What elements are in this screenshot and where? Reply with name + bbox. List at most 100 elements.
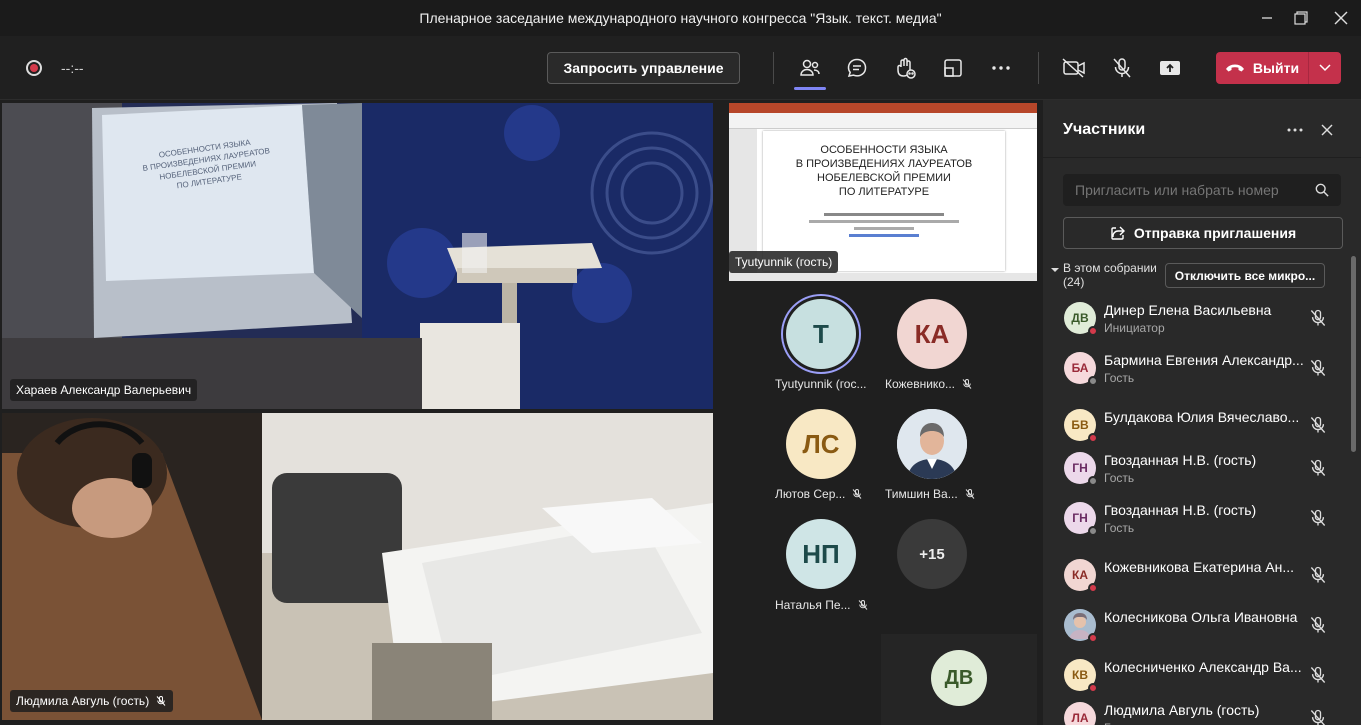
mic-muted-icon[interactable] (1308, 615, 1328, 635)
grid-label-kozhevnikova: Кожевнико... (885, 377, 973, 391)
mic-muted-icon[interactable] (1308, 308, 1328, 328)
participant-row[interactable]: ДВ Динер Елена Васильевна Инициатор (1043, 296, 1347, 346)
status-offline-icon (1088, 376, 1098, 386)
participant-avatar: КА (1064, 559, 1098, 593)
participant-initials: БА (1071, 361, 1089, 375)
maximize-icon[interactable] (1281, 0, 1321, 36)
invite-search-input[interactable] (1075, 182, 1315, 198)
participant-avatar: КВ (1064, 659, 1098, 693)
mic-muted-icon[interactable] (1308, 665, 1328, 685)
participant-role: Гость (1104, 721, 1134, 725)
camera-off-icon[interactable] (1058, 52, 1090, 84)
status-busy-icon (1088, 683, 1098, 693)
participant-avatar: ДВ (1064, 302, 1098, 336)
panel-title: Участники (1063, 121, 1146, 138)
video-frame-guest (2, 413, 713, 720)
ppt-ribbon (729, 113, 1037, 129)
grid-label-timshin: Тимшин Ва... (885, 487, 976, 501)
close-window-icon[interactable] (1321, 0, 1361, 36)
mic-muted-icon[interactable] (1308, 415, 1328, 435)
mic-muted-icon[interactable] (1308, 458, 1328, 478)
mic-muted-icon[interactable] (1308, 565, 1328, 585)
recording-icon (26, 60, 42, 76)
in-meeting-section[interactable]: В этом собрании (24) (1051, 261, 1157, 289)
leave-button[interactable]: Выйти (1216, 52, 1341, 84)
participant-name: Людмила Авгуль (гость) (1104, 702, 1260, 718)
grid-avatar-kozhevnikova[interactable]: КА (897, 299, 967, 369)
title-bar: Пленарное заседание международного научн… (0, 0, 1361, 36)
leave-main[interactable]: Выйти (1216, 52, 1308, 84)
participant-avatar: БВ (1064, 409, 1098, 443)
self-preview-tile[interactable]: ДВ (881, 634, 1037, 725)
participant-name: Кожевникова Екатерина Ан... (1104, 559, 1294, 575)
mic-muted-icon (858, 600, 867, 610)
chevron-down-icon[interactable] (1309, 52, 1341, 84)
panel-close-icon[interactable] (1315, 118, 1339, 142)
ppt-statusbar (729, 273, 1037, 281)
breakout-rooms-icon[interactable] (937, 52, 969, 84)
mic-muted-icon[interactable] (1308, 358, 1328, 378)
grid-label-lyutov: Лютов Сер... (775, 487, 863, 501)
mic-muted-icon (965, 489, 975, 499)
video-tile-guest[interactable]: Людмила Авгуль (гость) (2, 413, 713, 720)
slide-author-line (854, 227, 914, 230)
speaker-name-tag: Хараев Александр Валерьевич (10, 379, 198, 401)
participant-initials: КА (1072, 568, 1088, 582)
screen-share-name: Tyutyunnik (гость) (735, 255, 833, 269)
participant-name: Булдакова Юлия Вячеславо... (1104, 409, 1300, 425)
participant-row[interactable]: КА Кожевникова Екатерина Ан... (1043, 553, 1347, 603)
slide-line: ОСОБЕННОСТИ ЯЗЫКА (820, 144, 948, 156)
mic-muted-icon[interactable] (1308, 708, 1328, 725)
slide-author-line (824, 213, 944, 216)
screen-share-name-tag: Tyutyunnik (гость) (729, 251, 839, 273)
mic-muted-icon (156, 696, 166, 706)
mute-all-button[interactable]: Отключить все микро... (1165, 263, 1325, 288)
slide-author-line (809, 220, 959, 223)
invite-search[interactable] (1063, 174, 1341, 206)
panel-more-icon[interactable] (1283, 118, 1307, 142)
chat-icon[interactable] (841, 52, 873, 84)
participant-row[interactable]: БА Бармина Евгения Александр... Гость (1043, 346, 1347, 396)
mic-muted-icon[interactable] (1308, 508, 1328, 528)
share-screen-icon[interactable] (1154, 52, 1186, 84)
participant-row[interactable]: Колесникова Ольга Ивановна (1043, 603, 1347, 653)
self-avatar: ДВ (931, 650, 987, 706)
status-offline-icon (1088, 526, 1098, 536)
participant-initials: БВ (1071, 418, 1089, 432)
participant-row[interactable]: ГН Гвозданная Н.В. (гость) Гость (1043, 446, 1347, 496)
share-invite-button[interactable]: Отправка приглашения (1063, 217, 1343, 249)
guest-name-tag: Людмила Авгуль (гость) (10, 690, 174, 712)
participant-name: Колесниченко Александр Ва... (1104, 659, 1302, 675)
more-options-icon[interactable] (985, 52, 1017, 84)
chevron-down-icon (1051, 268, 1059, 272)
participant-role: Инициатор (1104, 321, 1165, 335)
grid-name: Кожевнико... (885, 377, 955, 391)
grid-avatar-natalya[interactable]: НП (786, 519, 856, 589)
panel-scrollbar[interactable] (1351, 256, 1356, 452)
screen-share-tile[interactable]: ОСОБЕННОСТИ ЯЗЫКА В ПРОИЗВЕДЕНИЯХ ЛАУРЕА… (729, 103, 1037, 281)
slide-content: ОСОБЕННОСТИ ЯЗЫКА В ПРОИЗВЕДЕНИЯХ ЛАУРЕА… (763, 131, 1005, 271)
request-control-button[interactable]: Запросить управление (547, 52, 740, 84)
video-tile-speaker[interactable]: ОСОБЕННОСТИ ЯЗЫКА В ПРОИЗВЕДЕНИЯХ ЛАУРЕА… (2, 103, 713, 409)
reactions-icon[interactable] (889, 52, 921, 84)
toolbar-divider (1038, 52, 1039, 84)
grid-overflow-count[interactable]: +15 (897, 519, 967, 589)
hang-up-icon (1225, 64, 1244, 72)
participant-row[interactable]: ЛА Людмила Авгуль (гость) Гость (1043, 696, 1347, 725)
mic-muted-icon (853, 489, 862, 499)
people-icon[interactable] (794, 52, 826, 90)
participant-avatar: ЛА (1064, 702, 1096, 725)
avatar-photo (897, 409, 967, 479)
search-icon[interactable] (1315, 183, 1329, 197)
participant-row[interactable]: ГН Гвозданная Н.В. (гость) Гость (1043, 496, 1347, 546)
status-busy-icon (1088, 633, 1098, 643)
grid-avatar-lyutov[interactable]: ЛС (786, 409, 856, 479)
grid-name: Лютов Сер... (775, 487, 846, 501)
section-title: В этом собрании (1063, 261, 1157, 275)
mic-off-icon[interactable] (1106, 52, 1138, 84)
participant-role: Гость (1104, 521, 1135, 535)
grid-avatar-timshin[interactable] (897, 409, 967, 479)
leave-label: Выйти (1252, 60, 1300, 76)
slide-title: ОСОБЕННОСТИ ЯЗЫКА В ПРОИЗВЕДЕНИЯХ ЛАУРЕА… (763, 143, 1005, 199)
grid-avatar-tyutyunnik[interactable]: T (786, 299, 856, 369)
